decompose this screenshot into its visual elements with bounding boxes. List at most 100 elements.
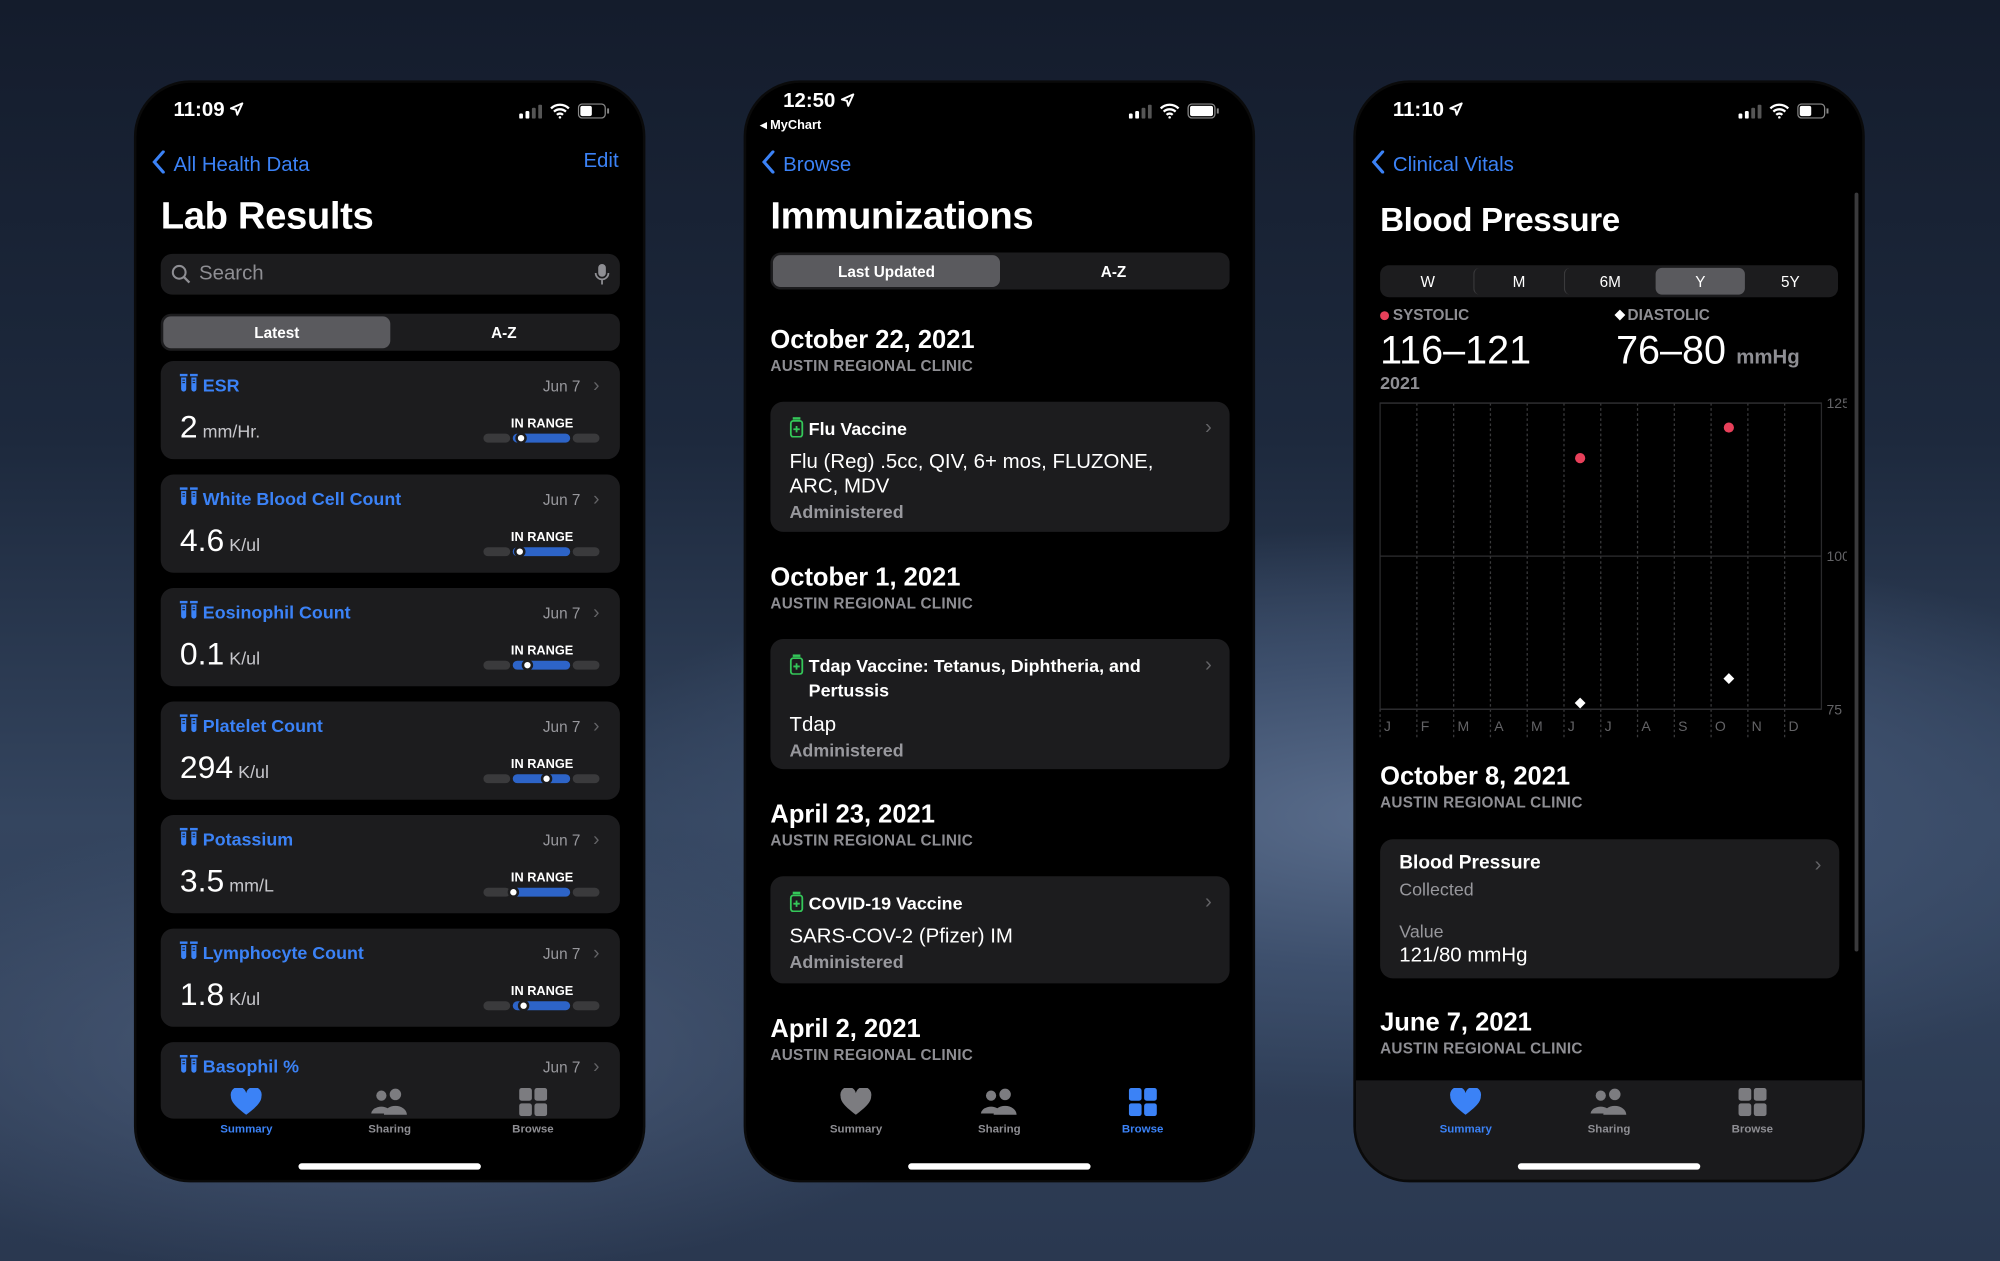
- time-range-w[interactable]: W: [1383, 268, 1473, 295]
- lab-result-card[interactable]: Potassium Jun 7 › 3.5 mm/L IN RANGE: [160, 815, 620, 914]
- phone-lab-results: 11:09 All Health Data Edit Lab Results S…: [136, 82, 643, 1180]
- systolic-point: [1575, 453, 1586, 464]
- x-tick-label: M: [1531, 718, 1543, 734]
- lab-name: ESR: [202, 374, 240, 396]
- lab-date: Jun 7 ›: [543, 602, 600, 624]
- immunization-card[interactable]: COVID-19 Vaccine › SARS-COV-2 (Pfizer) IM A…: [770, 876, 1230, 984]
- range-value-marker: [521, 659, 533, 671]
- tab-summary[interactable]: Summary: [195, 1080, 297, 1179]
- range-high-segment: [572, 1001, 600, 1011]
- cellular-signal-icon: [519, 103, 543, 118]
- range-label: IN RANGE: [510, 757, 574, 772]
- lab-result-card[interactable]: ESR Jun 7 › 2 mm/Hr. IN RANGE: [160, 360, 620, 460]
- tab-label: Browse: [1731, 1122, 1774, 1136]
- diastolic-value: 76–80 mmHg: [1616, 328, 1800, 374]
- section-date: April 2, 2021: [770, 1015, 921, 1044]
- range-high-segment: [572, 433, 600, 443]
- unit: K/ul: [229, 647, 261, 669]
- chevron-right-icon: ›: [1814, 854, 1822, 877]
- return-to-app-button[interactable]: ◂ MyChart: [760, 119, 821, 133]
- cellular-signal-icon: [1128, 103, 1152, 118]
- tab-label: Sharing: [977, 1122, 1021, 1136]
- section-date: October 22, 2021: [770, 326, 975, 355]
- microphone-icon[interactable]: [594, 263, 610, 286]
- lab-date: Jun 7 ›: [543, 829, 600, 851]
- tab-browse[interactable]: Browse: [1092, 1080, 1194, 1179]
- home-indicator[interactable]: [298, 1163, 481, 1170]
- back-button[interactable]: Browse: [761, 150, 851, 180]
- back-button[interactable]: Clinical Vitals: [1371, 150, 1514, 180]
- grid-icon: [518, 1088, 547, 1119]
- status-icons: [1128, 103, 1220, 119]
- heart-icon: [839, 1086, 872, 1119]
- time-range-6m[interactable]: 6M: [1564, 267, 1655, 295]
- tab-summary[interactable]: Summary: [805, 1080, 907, 1179]
- x-tick-label: M: [1457, 718, 1469, 734]
- x-tick-label: O: [1715, 718, 1726, 734]
- segment-a-z[interactable]: A-Z: [1000, 255, 1227, 287]
- home-indicator[interactable]: [908, 1163, 1091, 1170]
- time-range-m[interactable]: M: [1472, 267, 1564, 295]
- blood-pressure-chart[interactable]: 125 100 75 J F M A M J J A S O N D: [1375, 397, 1847, 741]
- search-input[interactable]: Search: [160, 253, 620, 295]
- lab-name: Basophil %: [202, 1056, 300, 1077]
- tab-summary[interactable]: Summary: [1415, 1080, 1517, 1179]
- test-tube-icon: [179, 827, 199, 851]
- vaccine-title: Tdap Vaccine: Tetanus, Diphtheria, and P…: [789, 654, 1185, 702]
- time-range-y[interactable]: Y: [1655, 267, 1746, 295]
- vaccine-description: SARS-COV-2 (Pfizer) IM: [789, 926, 1013, 948]
- immunization-card[interactable]: Flu Vaccine › Flu (Reg) .5cc, QIV, 6+ mos,…: [770, 401, 1230, 532]
- x-tick-label: J: [1384, 718, 1391, 734]
- return-app-label: MyChart: [770, 118, 822, 133]
- lab-date: Jun 7 ›: [543, 489, 600, 511]
- lab-title: Potassium: [179, 827, 293, 851]
- systolic-label: SYSTOLIC: [1392, 306, 1470, 324]
- test-tube-icon: [179, 1054, 199, 1078]
- range-normal-segment: [512, 887, 571, 897]
- tab-browse[interactable]: Browse: [482, 1080, 584, 1179]
- vaccine-vial-icon: [789, 417, 804, 444]
- lab-title: Platelet Count: [179, 714, 323, 737]
- record-date: October 8, 2021: [1380, 762, 1571, 791]
- edit-button[interactable]: Edit: [583, 151, 618, 174]
- y-tick-label: 125: [1827, 397, 1847, 411]
- status-bar-time: 12:50: [783, 91, 855, 114]
- grid-icon: [1738, 1088, 1767, 1119]
- sort-segmented-control[interactable]: Last Updated A-Z: [770, 252, 1230, 290]
- chevron-right-icon: ›: [593, 374, 600, 397]
- lab-value: 2 mm/Hr.: [180, 409, 260, 446]
- range-low-segment: [483, 1001, 511, 1011]
- date-label: Jun 7: [542, 603, 581, 622]
- lab-result-card[interactable]: White Blood Cell Count Jun 7 › 4.6 K/ul IN RA…: [160, 474, 620, 573]
- chevron-left-icon: [152, 150, 166, 180]
- range-low-segment: [483, 774, 511, 784]
- date-label: Jun 7: [542, 376, 581, 395]
- back-button[interactable]: All Health Data: [152, 150, 310, 180]
- chevron-left-icon: [1371, 150, 1385, 180]
- tab-browse[interactable]: Browse: [1701, 1080, 1803, 1179]
- sort-segmented-control[interactable]: Latest A-Z: [160, 313, 620, 351]
- diastolic-label: DIASTOLIC: [1627, 306, 1710, 324]
- segment-latest[interactable]: Latest: [163, 316, 391, 349]
- home-indicator[interactable]: [1517, 1163, 1701, 1170]
- segment-a-z[interactable]: A-Z: [390, 316, 617, 348]
- lab-title: White Blood Cell Count: [179, 487, 401, 510]
- scrollbar[interactable]: [1854, 192, 1859, 952]
- date-label: Jun 7: [542, 944, 581, 963]
- time-range-5y[interactable]: 5Y: [1745, 268, 1835, 295]
- tab-label: Sharing: [368, 1122, 412, 1136]
- immunization-card[interactable]: Tdap Vaccine: Tetanus, Diphtheria, and P…: [770, 639, 1230, 770]
- lab-result-card[interactable]: Lymphocyte Count Jun 7 › 1.8 K/ul IN RANGE: [160, 928, 620, 1027]
- value: 4.6: [179, 522, 225, 559]
- systolic-dot-icon: [1380, 310, 1390, 320]
- time-range-segmented-control[interactable]: W M 6M Y 5Y: [1380, 265, 1839, 298]
- lab-result-card[interactable]: Platelet Count Jun 7 › 294 K/ul IN RANGE: [160, 701, 620, 800]
- lab-value: 3.5 mm/L: [180, 864, 274, 901]
- segment-last-updated[interactable]: Last Updated: [772, 255, 1000, 287]
- section-clinic: AUSTIN REGIONAL CLINIC: [770, 357, 974, 375]
- blood-pressure-record-card[interactable]: Blood Pressure Collected Value 121/80 mmHg ›: [1380, 839, 1840, 979]
- vaccine-title: Flu Vaccine: [789, 417, 1185, 444]
- lab-title: Lymphocyte Count: [179, 941, 364, 964]
- lab-result-card[interactable]: Eosinophil Count Jun 7 › 0.1 K/ul IN RANGE: [160, 588, 620, 687]
- value: 2: [179, 409, 198, 446]
